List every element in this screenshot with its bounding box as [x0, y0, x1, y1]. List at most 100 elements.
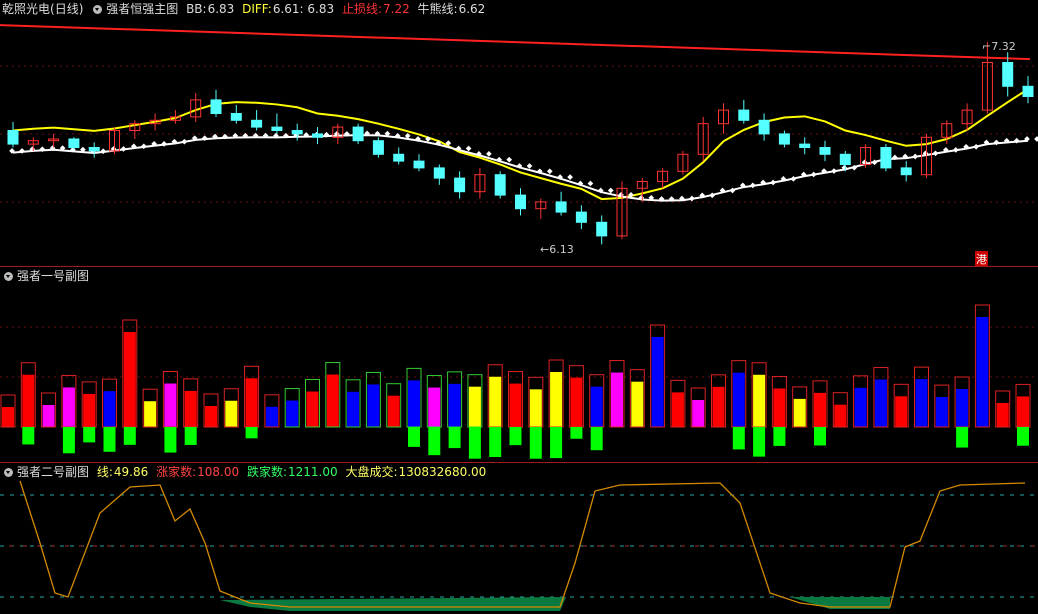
sub-chart-2-header: 强者二号副图 线:49.86 涨家数:108.00 跌家数:1211.00 大盘…	[2, 465, 490, 479]
volume-bar	[712, 386, 725, 427]
volume-bar	[895, 396, 908, 427]
candle-body	[393, 153, 405, 162]
oscillator-chart[interactable]	[0, 463, 1038, 614]
candle	[1022, 76, 1034, 104]
volume-bar	[611, 372, 623, 427]
volume-bar	[651, 337, 664, 427]
candle	[68, 137, 80, 150]
candle	[616, 181, 628, 240]
candle	[352, 123, 364, 145]
candle	[738, 99, 750, 124]
low-arrow-icon: ←	[540, 243, 550, 256]
indicator-settings-icon[interactable]	[4, 468, 13, 477]
candle-body	[291, 130, 303, 135]
candle	[900, 161, 912, 182]
bull-bear-label: 牛熊线:	[417, 2, 458, 16]
candle-body	[900, 167, 912, 176]
low-price-marker: ←6.13	[540, 243, 574, 256]
up-count-value: 108.00	[197, 465, 240, 479]
negative-bar	[103, 427, 116, 452]
volume-bar	[854, 387, 867, 427]
volume-bar	[915, 379, 928, 427]
volume-bar-chart[interactable]	[0, 267, 1038, 462]
candle	[596, 215, 608, 245]
volume-bar	[550, 372, 563, 427]
candle-body	[778, 133, 790, 145]
main-chart-header: 乾照光电(日线) 强者恒强主图 BB:6.83 DIFF:6.61: 6.83 …	[2, 2, 489, 16]
candle-body	[251, 119, 263, 128]
bull-bear-dot	[831, 168, 837, 174]
sub-chart-1-panel[interactable]: 强者一号副图	[0, 267, 1038, 462]
volume-bar	[103, 391, 116, 427]
candle	[718, 103, 729, 134]
sub-chart-2-panel[interactable]: 强者二号副图 线:49.86 涨家数:108.00 跌家数:1211.00 大盘…	[0, 463, 1038, 614]
volume-bar	[773, 388, 786, 427]
candle	[880, 144, 892, 172]
candle-body	[555, 201, 567, 213]
negative-bar	[489, 427, 502, 458]
down-count-label: 跌家数:	[246, 465, 287, 479]
candle	[697, 116, 709, 162]
candle	[494, 171, 506, 199]
volume-bar	[387, 395, 400, 427]
volume-bar	[956, 389, 969, 427]
line-label: 线:	[96, 465, 113, 479]
candle-body	[575, 211, 587, 223]
sub2-indicator-name[interactable]: 强者二号副图	[17, 465, 89, 479]
indicator-settings-icon[interactable]	[93, 5, 103, 14]
bull-bear-dot	[871, 159, 878, 166]
candle-body	[271, 126, 283, 131]
bull-bear-dot	[486, 150, 492, 157]
candle	[575, 205, 587, 230]
bull-bear-dot	[181, 138, 188, 145]
bull-bear-dot	[770, 179, 776, 186]
bull-bear-dot	[587, 180, 594, 187]
candle	[819, 140, 831, 162]
stop-loss-value: 7.22	[383, 2, 410, 16]
bull-bear-dot	[952, 147, 959, 153]
high-price-marker: ⌐7.32	[982, 40, 1016, 53]
candlestick-chart[interactable]	[0, 0, 1038, 266]
candle-body	[210, 99, 222, 115]
candle	[291, 123, 303, 141]
negative-bar	[570, 427, 583, 439]
volume-bar	[996, 402, 1009, 427]
up-count-label: 涨家数:	[156, 465, 197, 479]
negative-bar	[550, 427, 563, 459]
volume-bar	[144, 401, 157, 427]
bull-bear-dot	[973, 143, 979, 150]
line-value: 49.86	[113, 465, 149, 479]
sub1-indicator-name[interactable]: 强者一号副图	[17, 269, 89, 283]
candle	[312, 127, 323, 145]
candle-body	[88, 147, 100, 152]
volume-bar	[286, 400, 299, 427]
negative-bar	[408, 427, 420, 447]
volume-bar	[1017, 396, 1029, 427]
volume-bar	[753, 374, 766, 427]
volume-bar	[42, 404, 55, 427]
volume-bar	[347, 391, 360, 427]
candle	[413, 154, 425, 172]
candle-body	[372, 140, 384, 155]
candle	[454, 171, 466, 199]
candle-body	[1022, 85, 1034, 98]
candle-body	[515, 194, 526, 210]
volume-bar	[976, 317, 989, 427]
negative-bar	[245, 427, 258, 439]
volume-bar	[83, 393, 96, 427]
sub-chart-1-header: 强者一号副图	[2, 269, 93, 283]
volume-bar	[631, 381, 644, 427]
main-chart-panel[interactable]: 乾照光电(日线) 强者恒强主图 BB:6.83 DIFF:6.61: 6.83 …	[0, 0, 1038, 267]
negative-bar	[62, 427, 75, 454]
candle-body	[413, 160, 425, 169]
candle	[758, 113, 770, 141]
volume-bar	[326, 374, 339, 427]
candle-body	[494, 174, 506, 196]
main-indicator-name[interactable]: 强者恒强主图	[106, 2, 178, 16]
indicator-settings-icon[interactable]	[4, 272, 13, 281]
market-volume-value: 130832680.00	[398, 465, 487, 479]
candle	[190, 93, 202, 122]
negative-bar	[428, 427, 441, 456]
volume-bar	[448, 383, 461, 427]
stop-loss-line	[0, 24, 1031, 61]
